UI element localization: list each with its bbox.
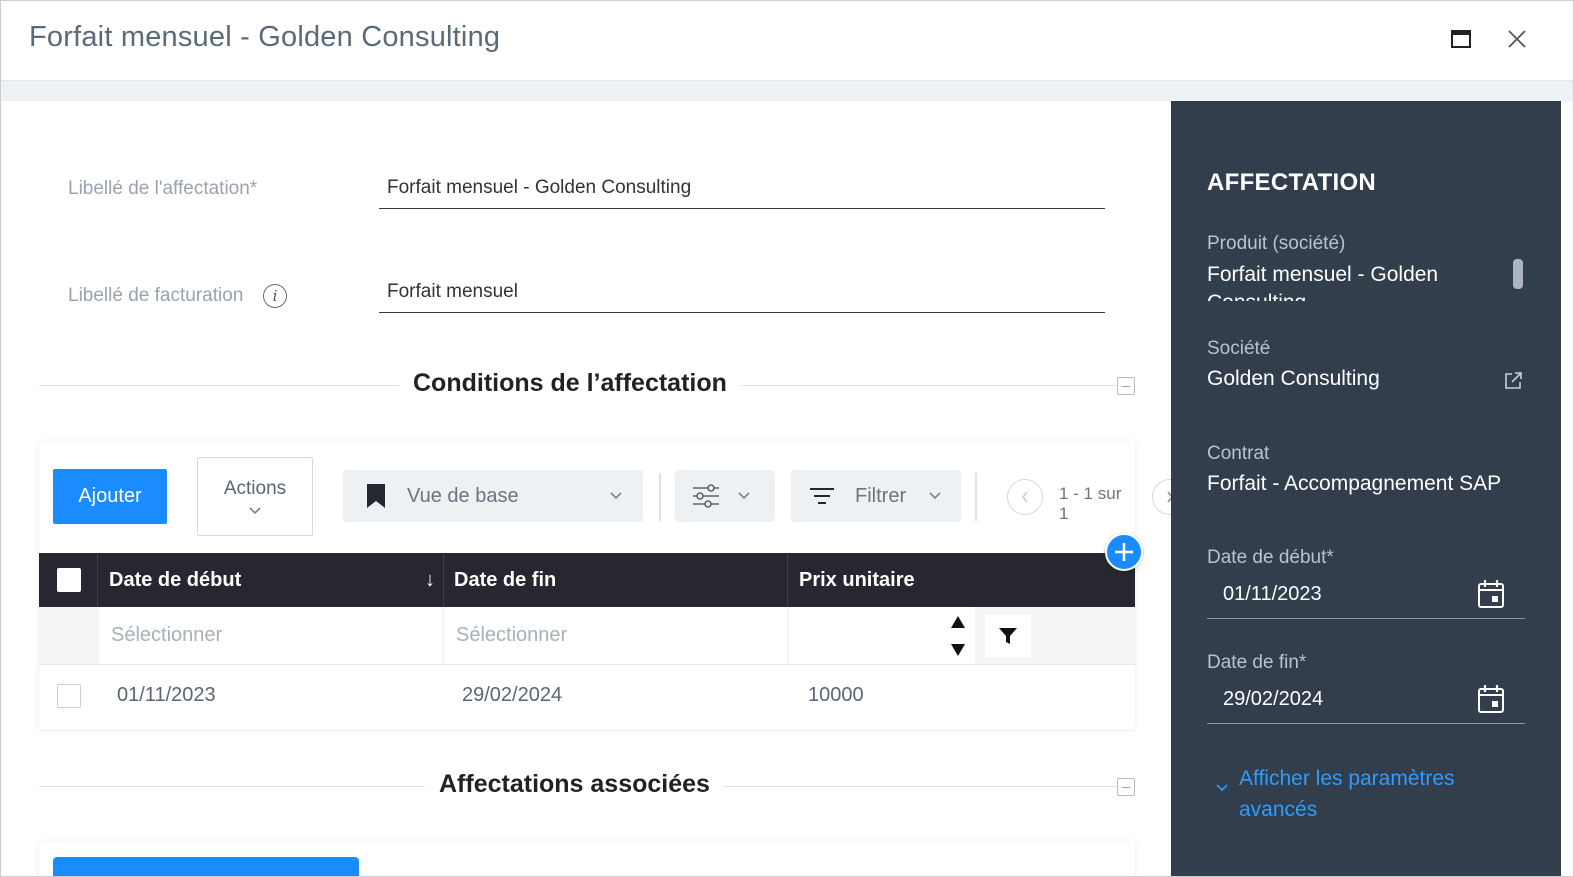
sidebar-scrollbar[interactable] bbox=[1513, 259, 1523, 289]
associated-section-title: Affectations associées bbox=[425, 770, 724, 799]
chevron-down-icon bbox=[610, 492, 622, 500]
start-date-filter[interactable]: Sélectionner bbox=[99, 607, 442, 664]
main-panel: Libellé de l'affectation* Forfait mensue… bbox=[1, 101, 1188, 876]
header-strip bbox=[1, 81, 1573, 101]
end-date-label: Date de fin* bbox=[1207, 652, 1307, 673]
table-filter-row: Sélectionner Sélectionner bbox=[39, 607, 1135, 665]
row-end-date: 29/02/2024 bbox=[462, 683, 563, 706]
chevron-down-icon bbox=[249, 506, 261, 514]
toolbar-separator bbox=[659, 473, 661, 521]
column-separator bbox=[443, 553, 444, 607]
add-button[interactable]: Ajouter bbox=[53, 469, 167, 524]
row-checkbox[interactable] bbox=[57, 684, 81, 708]
row-unit-price: 10000 bbox=[808, 683, 864, 706]
plus-icon bbox=[1115, 543, 1133, 561]
column-header-price[interactable]: Prix unitaire bbox=[799, 553, 915, 607]
contract-label: Contrat bbox=[1207, 443, 1270, 464]
calendar-icon[interactable] bbox=[1477, 684, 1505, 714]
conditions-section-title: Conditions de l’affectation bbox=[399, 369, 741, 398]
product-label: Produit (société) bbox=[1207, 233, 1346, 254]
billing-input-value: Forfait mensuel bbox=[387, 280, 518, 302]
billing-label: Libellé de facturation bbox=[68, 285, 244, 306]
company-value[interactable]: Golden Consulting bbox=[1207, 367, 1380, 391]
billing-input[interactable]: Forfait mensuel bbox=[379, 271, 1105, 313]
funnel-icon[interactable] bbox=[985, 615, 1031, 657]
sort-arrow-icon[interactable]: ↓ bbox=[425, 553, 435, 607]
contract-value: Forfait - Accompagnement SAP bbox=[1207, 472, 1502, 495]
chevron-down-icon bbox=[929, 492, 941, 500]
view-selector[interactable]: Vue de base bbox=[343, 470, 643, 522]
details-sidebar: AFFECTATION Produit (société) Forfait me… bbox=[1171, 101, 1561, 876]
toolbar-separator bbox=[975, 473, 977, 521]
start-date-value: 01/11/2023 bbox=[1223, 583, 1322, 605]
select-all-checkbox[interactable] bbox=[57, 568, 81, 592]
chevron-down-icon bbox=[738, 492, 750, 500]
column-header-end[interactable]: Date de fin bbox=[454, 553, 556, 607]
table-row[interactable]: 01/11/2023 29/02/2024 10000 bbox=[39, 665, 1135, 725]
calendar-icon[interactable] bbox=[1477, 579, 1505, 609]
bookmark-icon bbox=[367, 484, 385, 508]
actions-button[interactable]: Actions bbox=[197, 457, 313, 536]
view-selector-label: Vue de base bbox=[407, 484, 519, 507]
start-date-input[interactable]: 01/11/2023 bbox=[1207, 571, 1525, 619]
filter-lines-icon bbox=[810, 488, 834, 504]
info-icon[interactable]: i bbox=[263, 284, 287, 308]
window-title: Forfait mensuel - Golden Consulting bbox=[29, 21, 501, 53]
end-date-filter[interactable]: Sélectionner bbox=[444, 607, 787, 664]
advanced-settings-link[interactable]: Afficher les paramètres avancés bbox=[1239, 763, 1499, 825]
external-link-icon[interactable] bbox=[1503, 371, 1523, 391]
title-bar: Forfait mensuel - Golden Consulting bbox=[1, 1, 1573, 81]
chevron-left-icon bbox=[1021, 491, 1028, 503]
associated-table-card bbox=[39, 841, 1135, 876]
assignment-input[interactable]: Forfait mensuel - Golden Consulting bbox=[379, 167, 1105, 209]
chevron-down-icon[interactable] bbox=[1215, 783, 1229, 793]
assignment-label: Libellé de l'affectation* bbox=[68, 178, 258, 199]
columns-settings-button[interactable] bbox=[675, 470, 775, 522]
maximize-icon[interactable] bbox=[1447, 25, 1475, 53]
collapse-associated-button[interactable] bbox=[1117, 778, 1135, 796]
row-start-date: 01/11/2023 bbox=[117, 683, 216, 706]
filter-button[interactable]: Filtrer bbox=[791, 470, 961, 522]
product-value: Forfait mensuel - Golden Consulting bbox=[1207, 263, 1439, 301]
end-date-input[interactable]: 29/02/2024 bbox=[1207, 676, 1525, 724]
add-column-button[interactable] bbox=[1105, 533, 1143, 571]
dialog-window: Forfait mensuel - Golden Consulting Libe… bbox=[0, 0, 1574, 877]
column-header-start[interactable]: Date de début bbox=[109, 553, 241, 607]
conditions-table-card: Ajouter Actions Vue de base Filtrer 1 - … bbox=[39, 441, 1135, 729]
column-separator bbox=[787, 553, 788, 607]
close-icon[interactable] bbox=[1503, 25, 1531, 53]
column-separator bbox=[97, 553, 98, 607]
start-date-label: Date de début* bbox=[1207, 547, 1334, 568]
assignment-input-value: Forfait mensuel - Golden Consulting bbox=[387, 176, 692, 198]
sort-stepper-icon[interactable] bbox=[945, 615, 971, 657]
collapse-conditions-button[interactable] bbox=[1117, 377, 1135, 395]
sliders-icon bbox=[693, 484, 719, 508]
sidebar-heading: AFFECTATION bbox=[1207, 169, 1377, 196]
table-header: Date de début ↓ Date de fin Prix unitair… bbox=[39, 553, 1135, 607]
actions-label: Actions bbox=[223, 477, 287, 499]
company-label: Société bbox=[1207, 338, 1271, 359]
previous-page-button[interactable] bbox=[1007, 479, 1043, 515]
associated-add-button[interactable] bbox=[53, 857, 359, 876]
end-date-value: 29/02/2024 bbox=[1223, 688, 1324, 710]
filter-button-label: Filtrer bbox=[855, 484, 907, 507]
pagination-text: 1 - 1 sur 1 bbox=[1059, 484, 1122, 523]
